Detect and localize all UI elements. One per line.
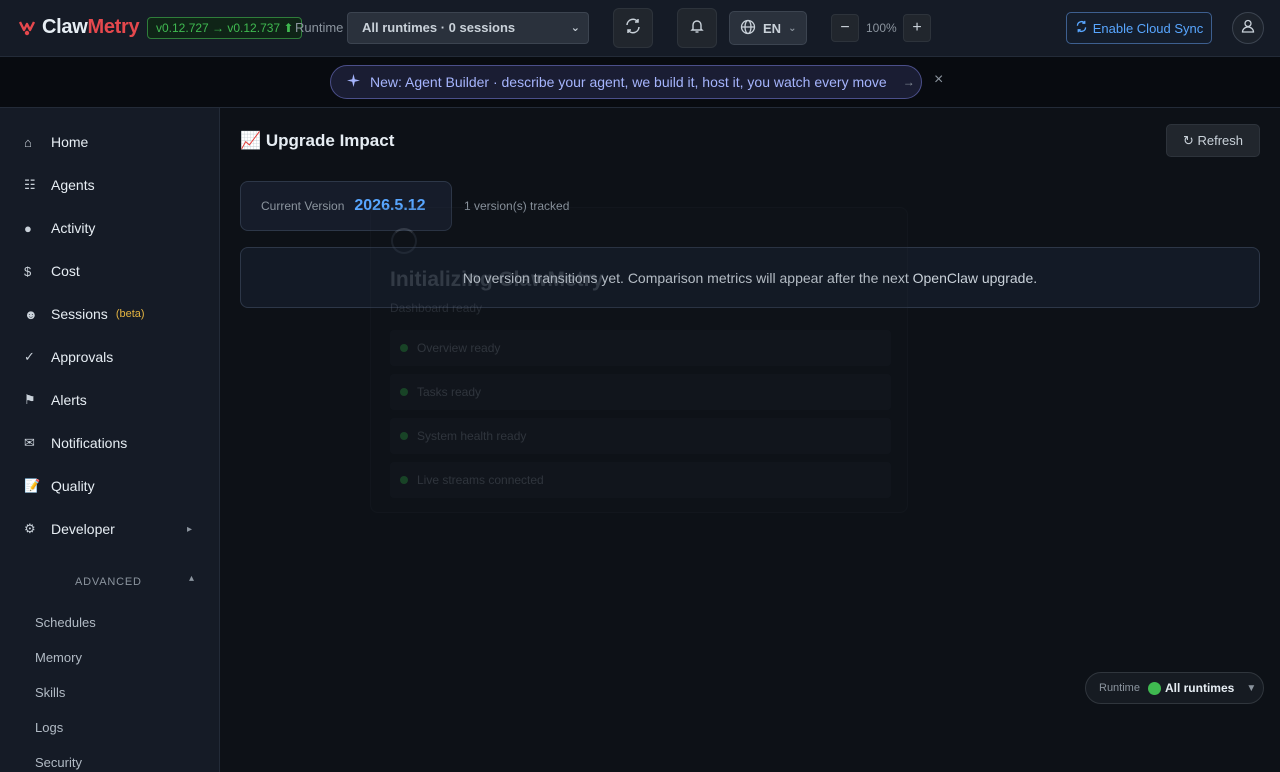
empty-state-text: No version transitions yet. Comparison m… xyxy=(462,269,1038,286)
sidebar-item-skills[interactable]: Skills xyxy=(35,685,65,700)
sync-icon xyxy=(1075,20,1088,36)
user-icon xyxy=(1240,18,1256,39)
agents-icon: ☷ xyxy=(24,177,36,192)
arrow-right-icon: → xyxy=(902,75,915,89)
runtime-filter-pill[interactable]: Runtime All runtimes ▼ xyxy=(1085,672,1264,704)
top-bar: ClawMetry v0.12.727 → v0.12.737 ⬆ Runtim… xyxy=(0,0,1280,57)
sidebar-item-activity[interactable]: ● Activity xyxy=(0,210,219,246)
runtime-label: Runtime xyxy=(295,20,344,35)
sidebar-item-quality[interactable]: 📝 Quality xyxy=(0,468,219,504)
notifications-button[interactable] xyxy=(677,8,717,48)
sidebar-item-label: Developer xyxy=(51,521,115,537)
sidebar-item-label: Quality xyxy=(51,478,95,494)
chevron-down-icon: ⌄ xyxy=(788,22,797,34)
bell-icon xyxy=(689,18,705,39)
memo-icon: 📝 xyxy=(24,478,41,493)
sidebar-item-logs[interactable]: Logs xyxy=(35,720,63,735)
close-banner-button[interactable]: × xyxy=(934,71,943,89)
gear-icon: ⚙ xyxy=(24,521,36,536)
language-code: EN xyxy=(763,20,782,36)
sidebar-item-label: Alerts xyxy=(51,392,87,408)
current-version-label: Current Version xyxy=(261,199,345,213)
sparkle-icon xyxy=(347,74,360,90)
chevron-down-icon: ▼ xyxy=(1246,682,1257,694)
runtime-pill-text: All runtimes xyxy=(1164,681,1235,695)
sidebar-item-home[interactable]: ⌂ Home xyxy=(0,124,219,160)
collapse-caret-icon[interactable]: ▴ xyxy=(189,573,194,584)
runtime-pill-value: All runtimes xyxy=(1147,681,1235,695)
sidebar-item-label: Cost xyxy=(51,263,80,279)
refresh-icon xyxy=(624,17,642,40)
zoom-out-button[interactable]: − xyxy=(831,14,859,42)
agent-builder-banner[interactable]: New: Agent Builder · describe your agent… xyxy=(330,65,922,99)
beta-badge: (beta) xyxy=(115,308,145,320)
activity-icon: ● xyxy=(24,220,32,236)
checkmark-icon: ✓ xyxy=(24,349,35,364)
enable-cloud-sync-button[interactable]: Enable Cloud Sync xyxy=(1066,12,1212,44)
cloud-sync-label: Enable Cloud Sync xyxy=(1092,20,1204,36)
sidebar-item-label: Activity xyxy=(51,220,96,236)
sidebar-item-security[interactable]: Security xyxy=(35,755,82,770)
banner-text: New: Agent Builder · describe your agent… xyxy=(370,74,887,90)
sidebar-item-label: Home xyxy=(51,134,89,150)
dollar-icon: $ xyxy=(24,263,32,279)
sidebar-item-label: Sessions xyxy=(51,306,108,322)
runtime-pill-label: Runtime xyxy=(1099,682,1140,694)
current-version-card: Current Version 2026.5.12 xyxy=(240,181,452,231)
sidebar-item-alerts[interactable]: ⚑ Alerts xyxy=(0,382,219,418)
chevron-down-icon: ⌄ xyxy=(570,22,580,34)
sidebar: ⌂ Home ☷ Agents ● Activity $ Cost ☻ Sess… xyxy=(0,108,220,772)
chevron-right-icon: ▸ xyxy=(186,523,192,535)
flag-icon: ⚑ xyxy=(24,392,36,407)
sidebar-item-agents[interactable]: ☷ Agents xyxy=(0,167,219,203)
sidebar-item-notifications[interactable]: ✉ Notifications xyxy=(0,425,219,461)
runtime-select[interactable]: All runtimes · 0 sessions ⌄ xyxy=(347,12,589,44)
language-selector[interactable]: EN ⌄ xyxy=(729,11,807,45)
zoom-in-button[interactable]: + xyxy=(903,14,931,42)
sidebar-item-developer[interactable]: ⚙ Developer ▸ xyxy=(0,511,219,547)
user-menu-button[interactable] xyxy=(1232,12,1264,44)
sidebar-item-memory[interactable]: Memory xyxy=(35,650,82,665)
green-circle-icon xyxy=(1147,681,1161,695)
sessions-icon: ☻ xyxy=(24,306,38,322)
app-logo[interactable]: ClawMetry xyxy=(18,16,140,39)
sidebar-item-label: Agents xyxy=(51,177,95,193)
envelope-icon: ✉ xyxy=(24,435,35,450)
sidebar-item-schedules[interactable]: Schedules xyxy=(35,615,96,630)
sidebar-item-cost[interactable]: $ Cost xyxy=(0,253,219,289)
version-update-badge[interactable]: v0.12.727 → v0.12.737 ⬆ xyxy=(147,17,303,39)
sidebar-item-label: Notifications xyxy=(51,435,128,451)
app-name: ClawMetry xyxy=(42,16,140,38)
empty-state-message: No version transitions yet. Comparison m… xyxy=(240,247,1260,308)
versions-tracked-count: 1 version(s) tracked xyxy=(464,199,570,213)
sidebar-item-approvals[interactable]: ✓ Approvals xyxy=(0,339,219,375)
home-icon: ⌂ xyxy=(24,134,32,150)
sidebar-item-sessions[interactable]: ☻ Sessions (beta) xyxy=(0,296,219,332)
runtime-select-value: All runtimes · 0 sessions xyxy=(362,20,516,35)
zoom-level: 100% xyxy=(866,21,897,35)
current-version-value: 2026.5.12 xyxy=(354,197,426,214)
page-title: 📈 Upgrade Impact xyxy=(240,131,395,150)
sidebar-item-label: Approvals xyxy=(51,349,114,365)
advanced-section-header[interactable]: ADVANCED xyxy=(75,576,142,588)
claw-logo-icon xyxy=(18,19,36,37)
announcement-bar: New: Agent Builder · describe your agent… xyxy=(0,57,1280,108)
sync-refresh-button[interactable] xyxy=(613,8,653,48)
globe-icon xyxy=(740,19,756,38)
refresh-button[interactable]: ↻ Refresh xyxy=(1166,124,1260,157)
